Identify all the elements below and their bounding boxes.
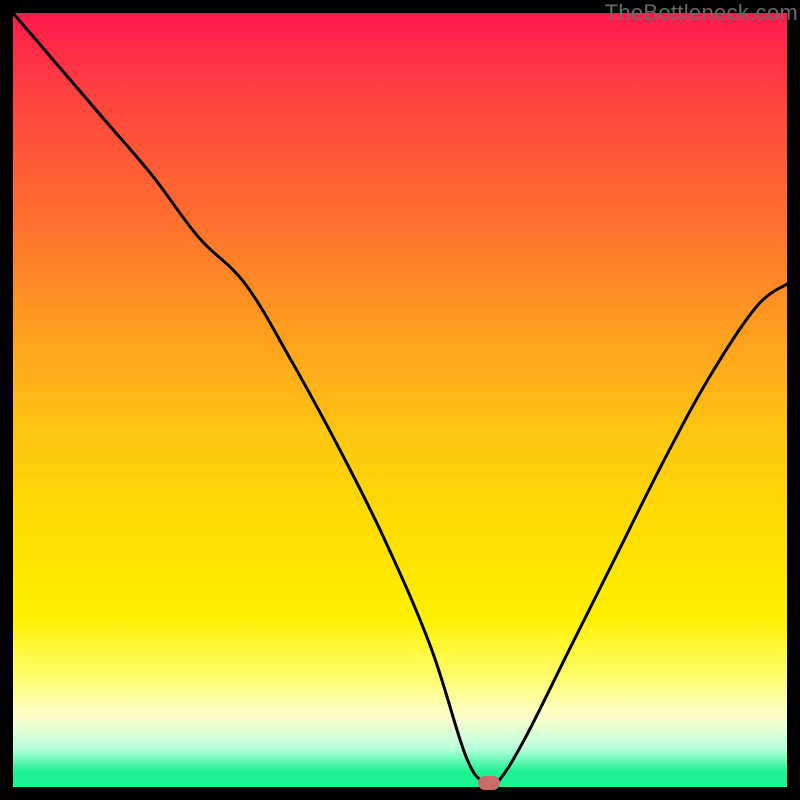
- bottleneck-curve-path: [13, 13, 787, 788]
- optimal-point-marker: [478, 776, 500, 790]
- watermark-text: TheBottleneck.com: [605, 0, 798, 26]
- chart-frame: [13, 13, 787, 787]
- bottleneck-curve-svg: [13, 13, 787, 787]
